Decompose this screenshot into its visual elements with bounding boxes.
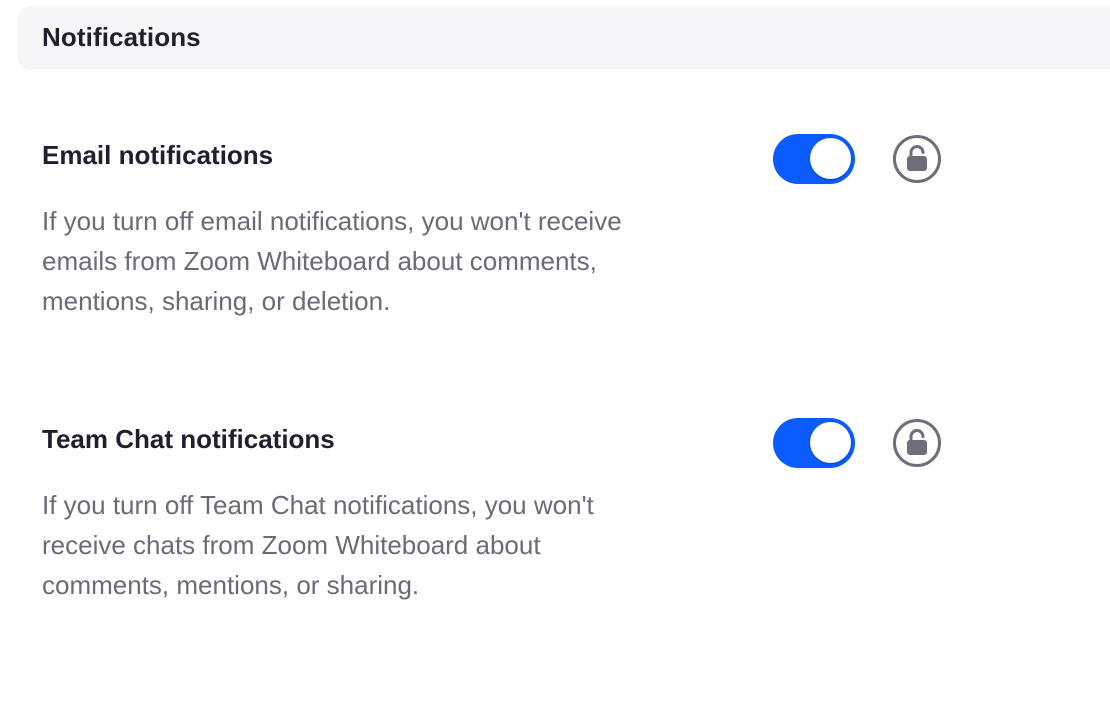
email-notifications-toggle[interactable] [774,135,854,183]
toggle-knob [810,138,851,179]
team-chat-notifications-title: Team Chat notifications [42,424,335,454]
toggle-knob [810,422,851,463]
team-chat-notifications-description: If you turn off Team Chat notifications,… [42,490,594,600]
notifications-section-header: Notifications [18,6,1110,69]
team-chat-notifications-lock-button[interactable] [893,419,941,467]
section-title: Notifications [42,22,201,52]
email-notifications-description: If you turn off email notifications, you… [42,206,622,316]
email-notifications-lock-button[interactable] [893,135,941,183]
team-chat-notifications-toggle[interactable] [774,419,854,467]
email-notifications-title: Email notifications [42,140,274,170]
unlocked-lock-icon [893,419,941,467]
unlocked-lock-icon [893,135,941,183]
